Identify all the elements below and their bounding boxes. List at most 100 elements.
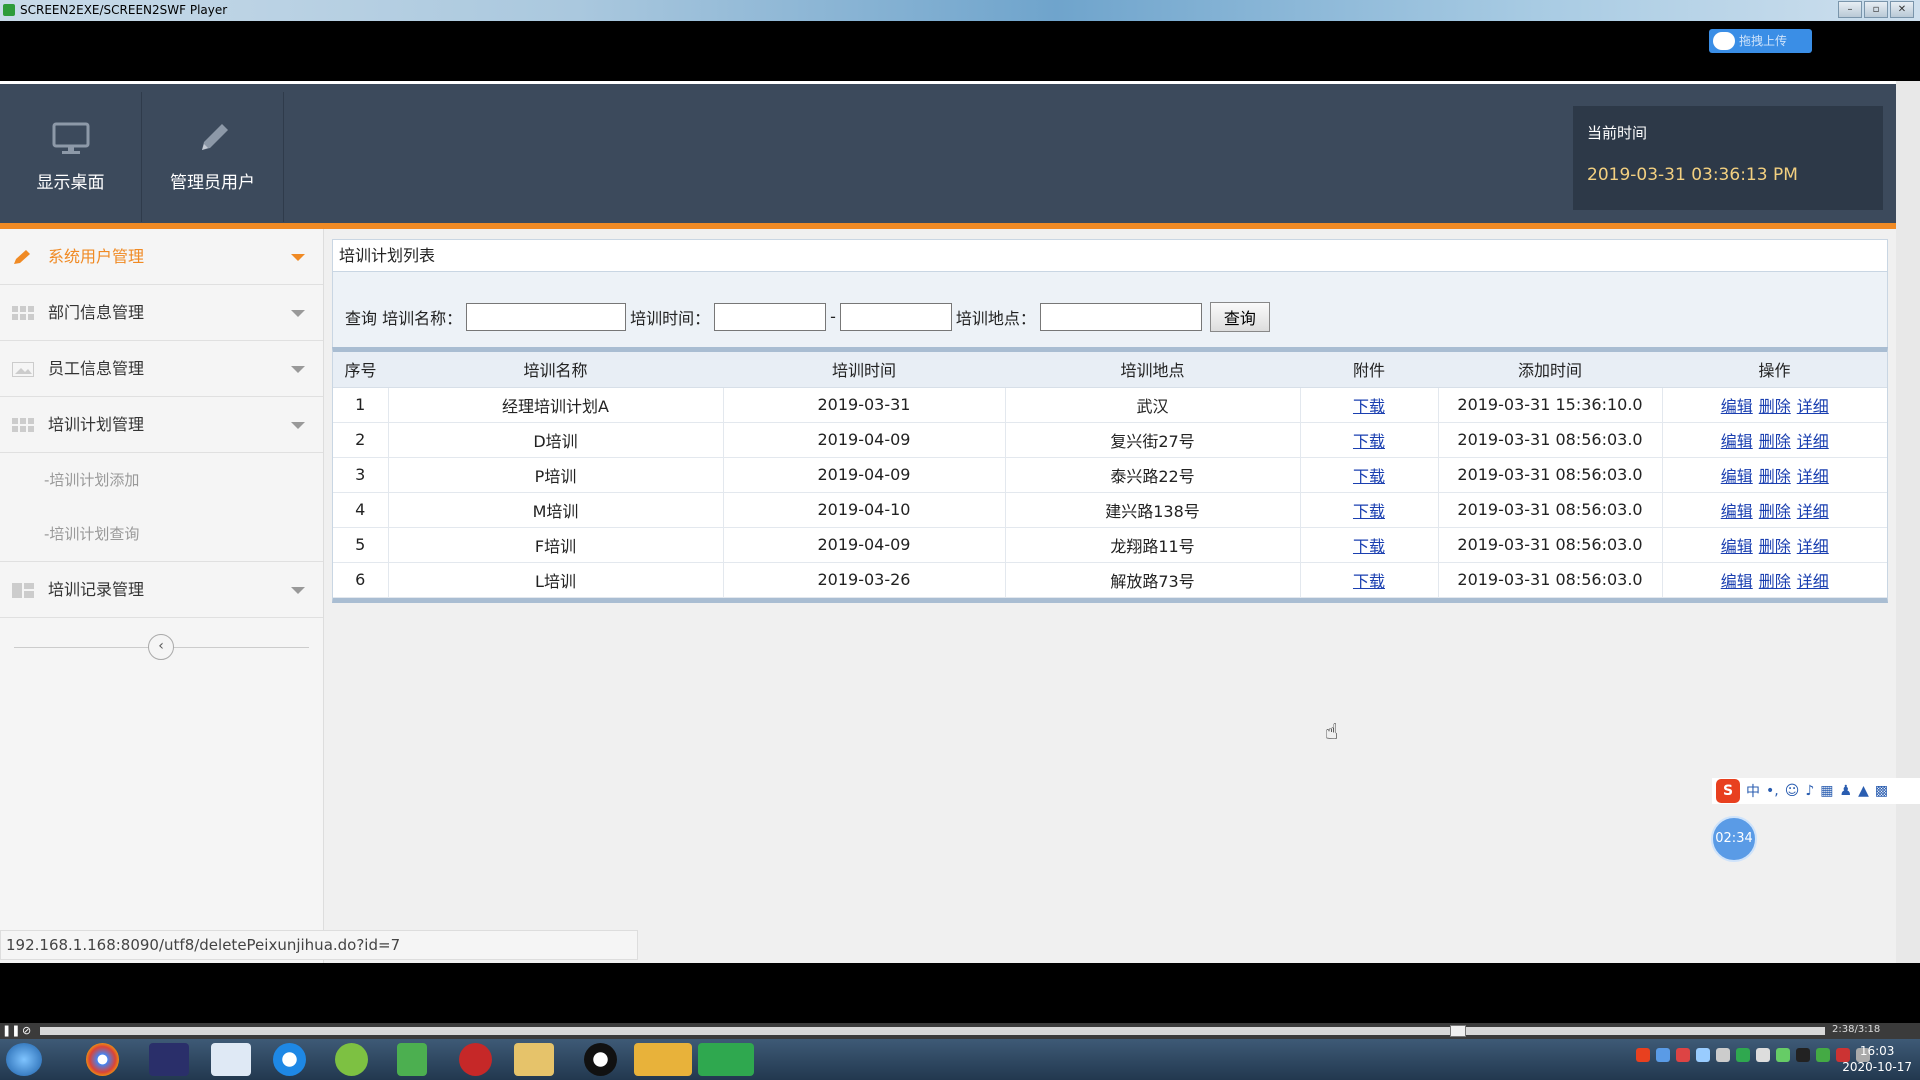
sidebar-item-employees[interactable]: 员工信息管理: [0, 341, 323, 397]
cell-name: F培训: [388, 527, 724, 563]
tray-shield-icon[interactable]: [1696, 1048, 1710, 1062]
tray-volume-icon[interactable]: [1756, 1048, 1770, 1062]
tray-green-icon[interactable]: [1816, 1048, 1830, 1062]
delete-link[interactable]: 删除: [1759, 502, 1791, 521]
tray-app-icon[interactable]: [1716, 1048, 1730, 1062]
hand-cursor-icon: ☝: [1325, 720, 1339, 745]
cell-attachment: 下载: [1300, 422, 1439, 458]
timer-badge[interactable]: 02:34: [1711, 816, 1757, 862]
detail-link[interactable]: 详细: [1797, 432, 1829, 451]
delete-link[interactable]: 删除: [1759, 467, 1791, 486]
detail-link[interactable]: 详细: [1797, 572, 1829, 591]
tray-antivirus-icon[interactable]: [1676, 1048, 1690, 1062]
sogou-logo-icon[interactable]: S: [1716, 779, 1740, 803]
chevron-down-icon: [291, 422, 305, 429]
stop-icon[interactable]: ⊘: [22, 1024, 31, 1037]
query-label: 查询: [345, 308, 378, 328]
training-time-end-input[interactable]: [839, 302, 952, 331]
detail-link[interactable]: 详细: [1797, 502, 1829, 521]
tiles-icon: [12, 583, 34, 598]
emoji-icon[interactable]: ☺: [1785, 783, 1800, 799]
cell-date: 2019-03-31: [723, 387, 1006, 423]
browser-icon[interactable]: [273, 1043, 306, 1076]
folder-icon[interactable]: [514, 1043, 554, 1076]
minimize-button[interactable]: –: [1838, 1, 1862, 18]
tray-qq-icon[interactable]: [1796, 1048, 1810, 1062]
delete-link[interactable]: 删除: [1759, 537, 1791, 556]
delete-link[interactable]: 删除: [1759, 432, 1791, 451]
download-link[interactable]: 下载: [1353, 502, 1385, 521]
skin-icon[interactable]: ▲: [1858, 783, 1869, 799]
download-link[interactable]: 下载: [1353, 537, 1385, 556]
pencil-icon: [201, 124, 228, 150]
baidu-netdisk-icon[interactable]: [211, 1043, 251, 1076]
nav-admin-user[interactable]: 管理员用户: [142, 92, 284, 222]
pause-icon[interactable]: ❚❚: [2, 1024, 20, 1037]
leaf-app-icon[interactable]: [335, 1043, 368, 1076]
download-link[interactable]: 下载: [1353, 467, 1385, 486]
taskbar-clock[interactable]: 16:03 2020-10-17: [1842, 1043, 1912, 1075]
nav-show-desktop[interactable]: 显示桌面: [0, 92, 142, 222]
training-place-input[interactable]: [1039, 302, 1202, 331]
pencil-icon: [14, 250, 30, 264]
detail-link[interactable]: 详细: [1797, 467, 1829, 486]
flash-icon[interactable]: [459, 1043, 492, 1076]
chrome-icon[interactable]: [86, 1043, 119, 1076]
tray-network-icon[interactable]: [1656, 1048, 1670, 1062]
edit-link[interactable]: 编辑: [1721, 537, 1753, 556]
wechat-icon[interactable]: [634, 1043, 692, 1076]
tray-wechat-icon[interactable]: [1736, 1048, 1750, 1062]
sidebar-collapse-button[interactable]: ‹: [148, 634, 174, 660]
training-name-input[interactable]: [466, 302, 627, 331]
edit-link[interactable]: 编辑: [1721, 397, 1753, 416]
recorder-icon[interactable]: [698, 1043, 754, 1076]
sidebar-subitem-query-plan[interactable]: -培训计划查询: [0, 507, 323, 561]
spreadsheet-icon[interactable]: [397, 1043, 427, 1076]
sidebar-item-training-records[interactable]: 培训记录管理: [0, 562, 323, 618]
tray-sogou-icon[interactable]: [1636, 1048, 1650, 1062]
sidebar-item-system-users[interactable]: 系统用户管理: [0, 229, 323, 285]
upload-button[interactable]: 拖拽上传: [1709, 29, 1812, 53]
main-content: 培训计划列表 查询 培训名称： 培训时间： - 培训地点： 查询 序号 培训名称…: [332, 239, 1888, 603]
table-row: 6 L培训 2019-03-26 解放路73号 下载 2019-03-31 08:56:0…: [333, 562, 1887, 598]
window-controls: – ▫ ✕: [1838, 1, 1914, 18]
download-link[interactable]: 下载: [1353, 397, 1385, 416]
table-row: 5 F培训 2019-04-09 龙翔路11号 下载 2019-03-31 08:56:0…: [333, 527, 1887, 563]
edit-link[interactable]: 编辑: [1721, 572, 1753, 591]
search-button[interactable]: 查询: [1209, 301, 1270, 332]
toolbox-icon[interactable]: ▩: [1875, 783, 1888, 799]
download-link[interactable]: 下载: [1353, 572, 1385, 591]
close-button[interactable]: ✕: [1890, 1, 1914, 18]
player-seek-track[interactable]: [40, 1027, 1825, 1035]
app-header: 显示桌面 管理员用户 当前时间 2019-03-31 03:36:13 PM: [0, 81, 1896, 223]
delete-link[interactable]: 删除: [1759, 572, 1791, 591]
detail-link[interactable]: 详细: [1797, 397, 1829, 416]
edit-link[interactable]: 编辑: [1721, 467, 1753, 486]
sidebar-item-training-plans[interactable]: 培训计划管理: [0, 397, 323, 453]
cell-operations: 编辑 删除 详细: [1662, 562, 1887, 598]
maximize-button[interactable]: ▫: [1864, 1, 1888, 18]
vertical-scrollbar[interactable]: [1896, 81, 1920, 963]
sidebar-subitem-add-plan[interactable]: -培训计划添加: [0, 453, 323, 507]
ime-language[interactable]: 中: [1746, 781, 1760, 801]
user-icon[interactable]: ♟: [1840, 783, 1853, 799]
player-seek-knob[interactable]: [1450, 1025, 1466, 1037]
download-link[interactable]: 下载: [1353, 432, 1385, 451]
tray-battery-icon[interactable]: [1776, 1048, 1790, 1062]
microphone-icon[interactable]: ♪: [1805, 783, 1814, 799]
sidebar-item-departments[interactable]: 部门信息管理: [0, 285, 323, 341]
qq-icon[interactable]: [584, 1043, 617, 1076]
cell-date: 2019-04-10: [723, 492, 1006, 528]
app-icon: [3, 4, 15, 16]
start-button-icon[interactable]: [6, 1043, 42, 1076]
training-time-start-input[interactable]: [714, 302, 827, 331]
edit-link[interactable]: 编辑: [1721, 432, 1753, 451]
keyboard-icon[interactable]: ▦: [1820, 783, 1833, 799]
edit-link[interactable]: 编辑: [1721, 502, 1753, 521]
cell-no: 4: [333, 492, 389, 528]
delete-link[interactable]: 删除: [1759, 397, 1791, 416]
cell-no: 1: [333, 387, 389, 423]
eclipse-icon[interactable]: [149, 1043, 189, 1076]
punctuation-icon[interactable]: •,: [1766, 783, 1779, 799]
detail-link[interactable]: 详细: [1797, 537, 1829, 556]
